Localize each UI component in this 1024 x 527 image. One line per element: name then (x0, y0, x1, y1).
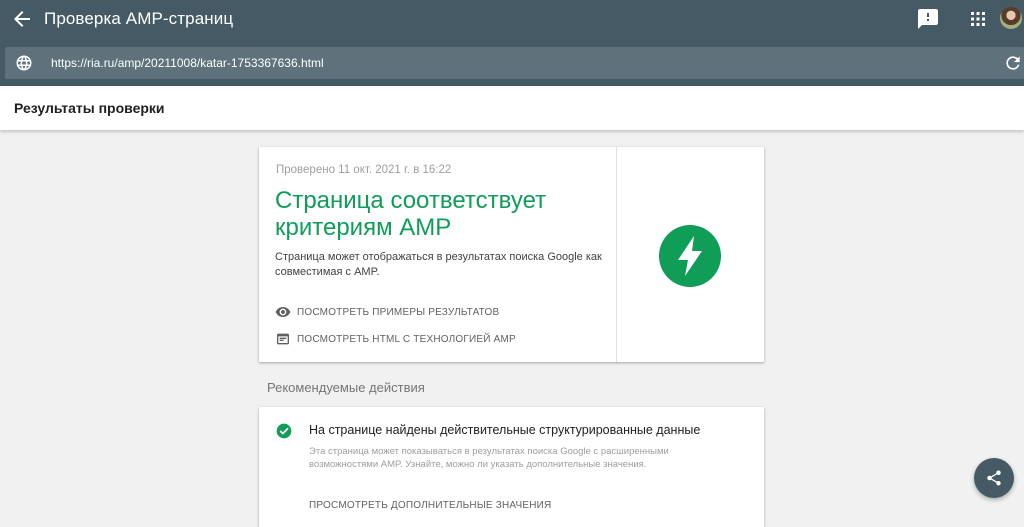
card-divider (616, 147, 617, 362)
check-circle-icon (276, 423, 292, 439)
recommended-actions-title: Рекомендуемые действия (267, 380, 425, 395)
url-bar (5, 47, 1024, 79)
checked-timestamp: Проверено 11 окт. 2021 г. в 16:22 (276, 164, 452, 176)
avatar[interactable] (1000, 7, 1022, 29)
recommendation-card: На странице найдены действительные струк… (259, 407, 764, 527)
url-input[interactable] (51, 47, 951, 79)
result-headline: Страница соответствует критериям AMP (275, 187, 547, 241)
results-header: Результаты проверки (0, 86, 1024, 130)
result-card: Проверено 11 окт. 2021 г. в 16:22 Страни… (259, 147, 764, 362)
share-button[interactable] (974, 458, 1014, 498)
code-window-icon (275, 331, 291, 347)
view-results-examples-label: ПОСМОТРЕТЬ ПРИМЕРЫ РЕЗУЛЬТАТОВ (297, 306, 500, 318)
reload-icon[interactable] (1003, 53, 1023, 73)
view-results-examples-link[interactable]: ПОСМОТРЕТЬ ПРИМЕРЫ РЕЗУЛЬТАТОВ (275, 303, 499, 321)
page-title: Результаты проверки (14, 100, 165, 116)
feedback-icon[interactable] (916, 7, 940, 31)
globe-icon (15, 54, 33, 72)
back-arrow-icon[interactable] (10, 7, 34, 31)
recommendation-description: Эта страница может показываться в резуль… (309, 446, 669, 470)
view-additional-values-link[interactable]: ПРОСМОТРЕТЬ ДОПОЛНИТЕЛЬНЫЕ ЗНАЧЕНИЯ (309, 500, 551, 511)
view-amp-html-link[interactable]: ПОСМОТРЕТЬ HTML С ТЕХНОЛОГИЕЙ AMP (275, 330, 516, 348)
view-amp-html-label: ПОСМОТРЕТЬ HTML С ТЕХНОЛОГИЕЙ AMP (297, 333, 516, 345)
app-title: Проверка AMP-страниц (44, 9, 234, 28)
eye-icon (275, 304, 291, 320)
share-icon (987, 470, 1001, 486)
recommendation-title: На странице найдены действительные струк… (309, 423, 701, 437)
apps-grid-icon[interactable] (966, 7, 990, 31)
app-header: Проверка AMP-страниц (0, 0, 1024, 86)
amp-lightning-icon (659, 225, 721, 287)
result-description: Страница может отображаться в результата… (275, 251, 602, 278)
